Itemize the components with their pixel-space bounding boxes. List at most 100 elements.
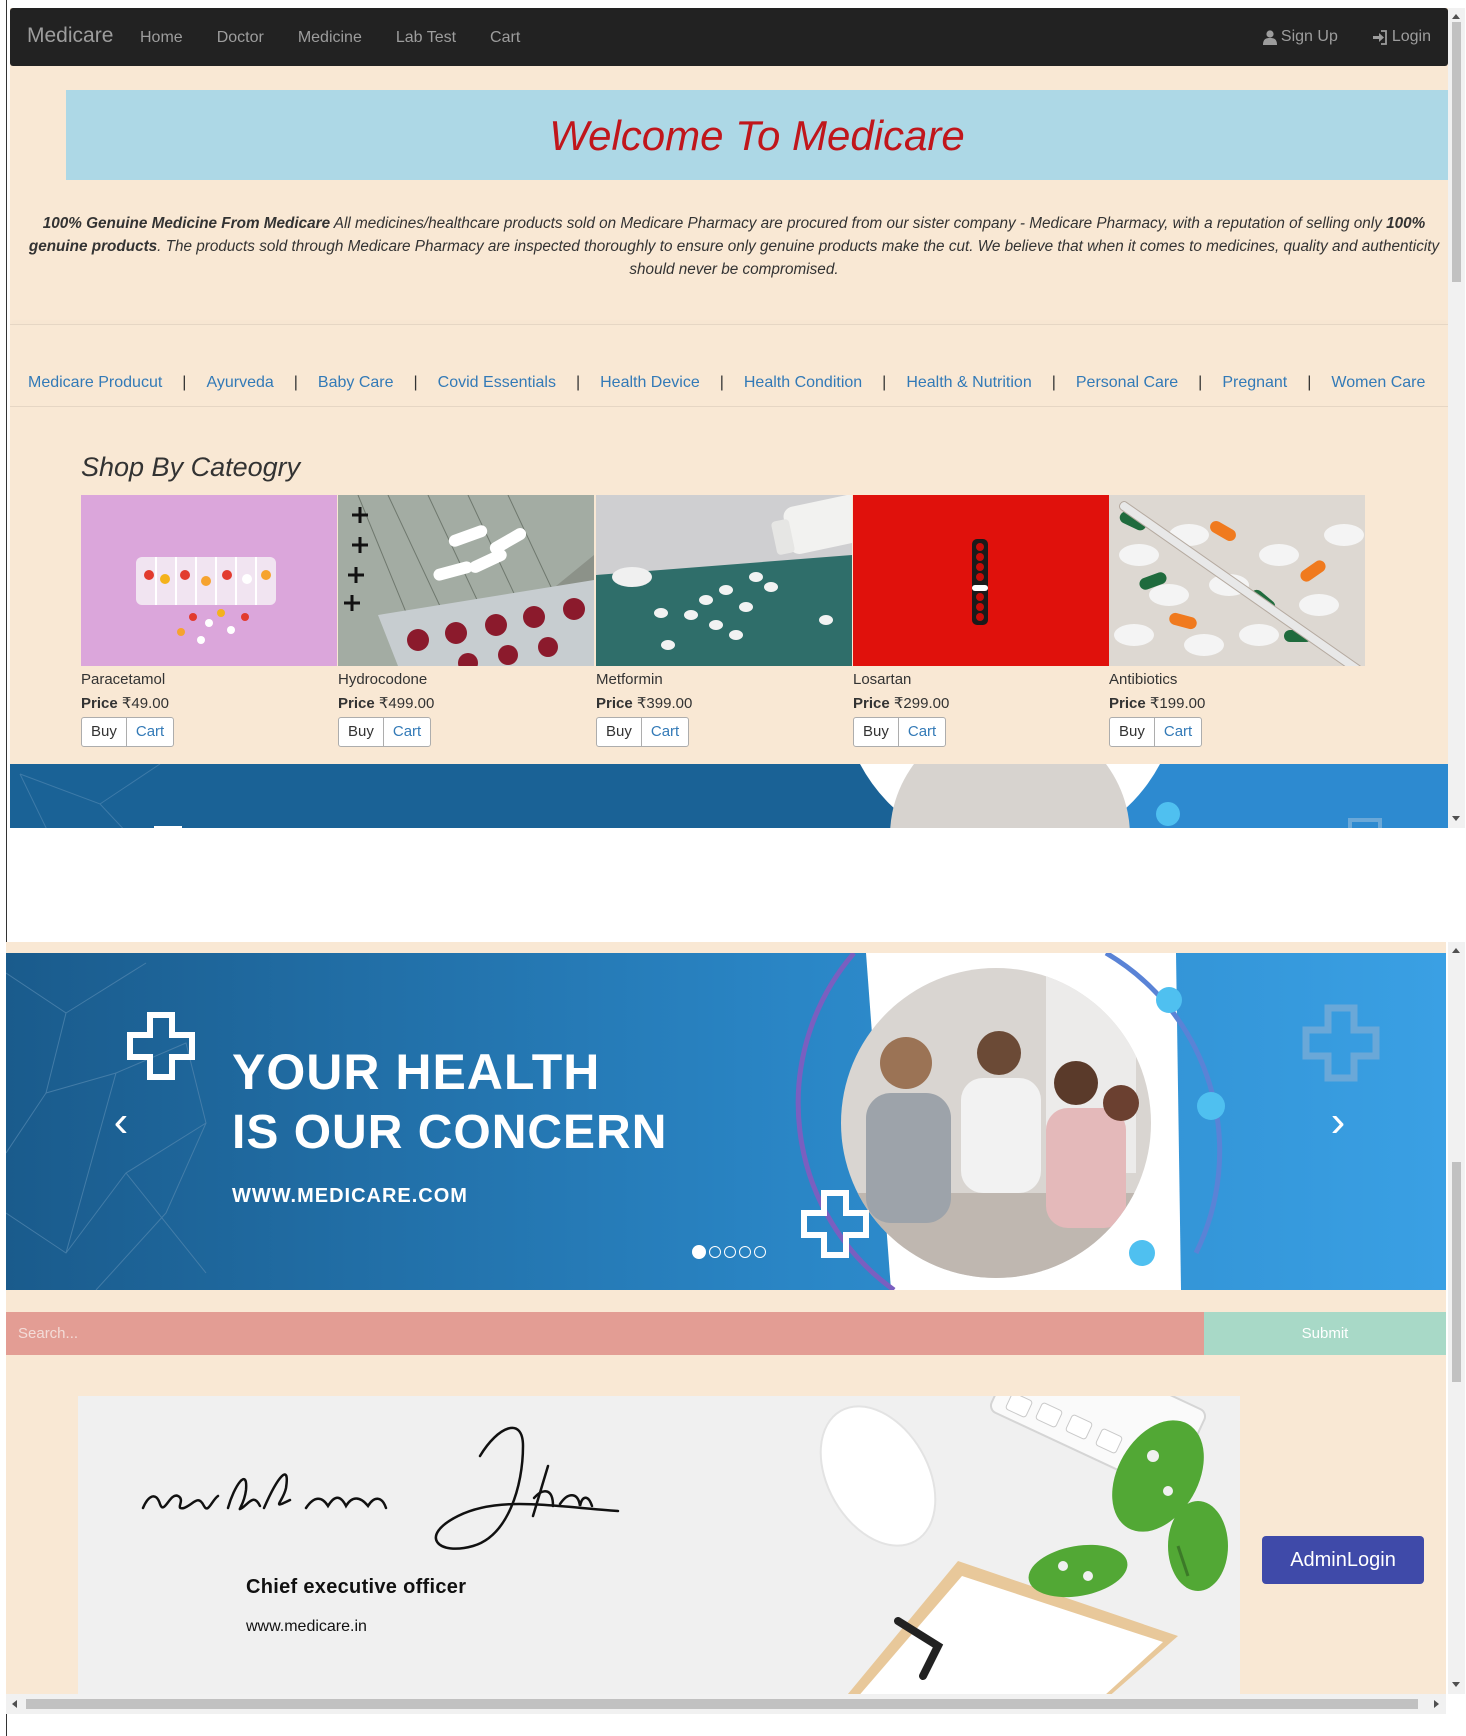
category-bar: Medicare Producut | Ayurveda | Baby Care | … xyxy=(28,374,1425,392)
intro-text-1: All medicines/healthcare products sold o… xyxy=(330,215,1387,232)
product-name: Antibiotics xyxy=(1109,671,1178,688)
product-name: Metformin xyxy=(596,671,663,688)
submit-button[interactable]: Submit xyxy=(1204,1312,1446,1355)
add-to-cart-button[interactable]: Cart xyxy=(640,717,690,747)
product-image-capsules-thermometer[interactable] xyxy=(1109,495,1365,666)
nav-lab-test[interactable]: Lab Test xyxy=(396,29,456,47)
separator: | xyxy=(413,374,418,391)
carousel-dot[interactable] xyxy=(724,1246,736,1258)
signup-label: Sign Up xyxy=(1280,28,1338,45)
chevron-left-icon: ‹ xyxy=(113,1096,129,1146)
scroll-up-icon[interactable] xyxy=(1452,14,1460,19)
search-form: Submit xyxy=(6,1312,1446,1355)
nav-links: Home Doctor Medicine Lab Test Cart xyxy=(140,29,554,47)
add-to-cart-button[interactable]: Cart xyxy=(1153,717,1203,747)
category-link[interactable]: Health Device xyxy=(600,374,700,392)
add-to-cart-button[interactable]: Cart xyxy=(125,717,175,747)
add-to-cart-button[interactable]: Cart xyxy=(382,717,432,747)
separator: | xyxy=(575,374,581,391)
price-label: Price xyxy=(853,695,890,712)
category-link[interactable]: Women Care xyxy=(1331,374,1425,392)
category-link[interactable]: Health Condition xyxy=(744,374,862,392)
nav-home[interactable]: Home xyxy=(140,29,183,47)
buy-button[interactable]: Buy xyxy=(338,717,384,747)
price-value: ₹199.00 xyxy=(1149,695,1206,712)
scroll-up-icon[interactable] xyxy=(1452,948,1460,953)
buy-button[interactable]: Buy xyxy=(596,717,642,747)
product-actions: Buy Cart xyxy=(338,717,594,747)
welcome-title: Welcome To Medicare xyxy=(549,112,965,159)
category-link[interactable]: Health & Nutrition xyxy=(906,374,1031,392)
price-label: Price xyxy=(338,695,375,712)
nav-cart[interactable]: Cart xyxy=(490,29,520,47)
banner-line2: IS OUR CONCERN xyxy=(232,1106,668,1159)
price-value: ₹499.00 xyxy=(378,695,435,712)
login-link[interactable]: Login xyxy=(1372,28,1431,46)
buy-button[interactable]: Buy xyxy=(853,717,899,747)
signup-link[interactable]: Sign Up xyxy=(1262,28,1338,46)
scroll-thumb[interactable] xyxy=(1452,1162,1461,1382)
horizontal-scrollbar[interactable] xyxy=(6,1694,1446,1714)
buy-button[interactable]: Buy xyxy=(1109,717,1155,747)
product-image-pill-organizer[interactable] xyxy=(81,495,337,666)
carousel-next[interactable]: › xyxy=(1278,953,1398,1290)
category-link[interactable]: Medicare Producut xyxy=(28,374,162,392)
product-image-red-blister[interactable] xyxy=(853,495,1109,666)
category-link[interactable]: Ayurveda xyxy=(206,374,273,392)
login-icon xyxy=(1372,29,1387,45)
price-label: Price xyxy=(81,695,118,712)
scroll-down-icon[interactable] xyxy=(1452,816,1460,821)
vertical-scrollbar-top[interactable] xyxy=(1448,8,1465,828)
price-value: ₹399.00 xyxy=(636,695,693,712)
ceo-title: Chief executive officer xyxy=(246,1576,467,1598)
category-link[interactable]: Pregnant xyxy=(1222,374,1287,392)
page-view-bottom: YOUR HEALTH IS OUR CONCERN WWW.MEDICARE.… xyxy=(6,942,1446,1694)
ceo-signature-image xyxy=(78,1396,1240,1694)
scroll-right-icon[interactable] xyxy=(1434,1700,1439,1708)
banner-url: WWW.MEDICARE.COM xyxy=(232,1185,468,1207)
nav-doctor[interactable]: Doctor xyxy=(217,29,264,47)
carousel-indicators xyxy=(692,1245,766,1259)
product-card: Losartan Price ₹299.00 Buy Cart xyxy=(853,495,1109,747)
navbar: Medicare Home Doctor Medicine Lab Test C… xyxy=(10,8,1448,66)
carousel-dot[interactable] xyxy=(754,1246,766,1258)
carousel: YOUR HEALTH IS OUR CONCERN WWW.MEDICARE.… xyxy=(6,953,1446,1290)
product-price: Price ₹199.00 xyxy=(1109,694,1365,712)
product-image-spilled-pill-bottle[interactable] xyxy=(596,495,852,666)
category-link[interactable]: Covid Essentials xyxy=(438,374,556,392)
scroll-thumb[interactable] xyxy=(26,1699,1418,1709)
divider xyxy=(10,324,1448,325)
category-link[interactable]: Baby Care xyxy=(318,374,394,392)
scroll-down-icon[interactable] xyxy=(1452,1682,1460,1687)
ceo-url: www.medicare.in xyxy=(246,1618,367,1635)
carousel-dot[interactable] xyxy=(739,1246,751,1258)
separator: | xyxy=(293,374,298,391)
admin-login-button[interactable]: AdminLogin xyxy=(1262,1536,1424,1584)
carousel-partial xyxy=(10,764,1448,828)
ceo-card: Chief executive officer www.medicare.in xyxy=(78,1396,1240,1694)
separator: | xyxy=(1051,374,1056,391)
user-icon xyxy=(1262,29,1277,45)
carousel-dot[interactable] xyxy=(709,1246,721,1258)
nav-medicine[interactable]: Medicine xyxy=(298,29,362,47)
chevron-right-icon: › xyxy=(1330,1096,1346,1146)
product-image-pills-and-banknotes[interactable] xyxy=(338,495,594,666)
vertical-scrollbar-bottom[interactable] xyxy=(1448,942,1465,1694)
product-actions: Buy Cart xyxy=(81,717,337,747)
category-link[interactable]: Personal Care xyxy=(1076,374,1178,392)
scroll-left-icon[interactable] xyxy=(12,1700,17,1708)
brand[interactable]: Medicare xyxy=(27,24,113,48)
buy-button[interactable]: Buy xyxy=(81,717,127,747)
carousel-prev[interactable]: ‹ xyxy=(61,953,181,1290)
divider xyxy=(10,406,1448,407)
scroll-thumb[interactable] xyxy=(1452,22,1461,282)
search-input[interactable] xyxy=(6,1312,1204,1355)
add-to-cart-button[interactable]: Cart xyxy=(897,717,947,747)
banner-line1: YOUR HEALTH xyxy=(232,1044,601,1100)
product-price: Price ₹399.00 xyxy=(596,694,852,712)
page-view-top: Medicare Home Doctor Medicine Lab Test C… xyxy=(10,8,1448,828)
product-actions: Buy Cart xyxy=(596,717,852,747)
nav-right: Sign Up Login xyxy=(1262,28,1431,46)
carousel-dot[interactable] xyxy=(692,1245,706,1259)
separator: | xyxy=(719,374,724,391)
